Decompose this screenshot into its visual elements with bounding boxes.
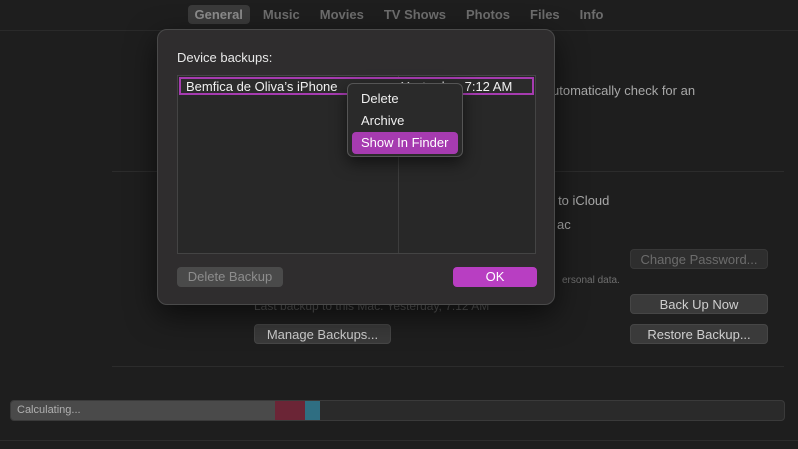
bottom-divider bbox=[0, 440, 798, 441]
menu-item-archive[interactable]: Archive bbox=[352, 110, 458, 132]
finder-device-window: General Music Movies TV Shows Photos Fil… bbox=[0, 0, 798, 449]
change-password-button[interactable]: Change Password... bbox=[630, 249, 768, 269]
storage-status-label: Calculating... bbox=[17, 404, 81, 416]
ok-button[interactable]: OK bbox=[453, 267, 537, 287]
auto-check-text: utomatically check for an bbox=[552, 83, 696, 98]
backup-device-name: Bemfica de Oliva’s iPhone bbox=[186, 79, 338, 94]
device-backups-dialog: Device backups: Bemfica de Oliva’s iPhon… bbox=[157, 29, 555, 305]
back-up-now-button[interactable]: Back Up Now bbox=[630, 294, 768, 314]
tab-info[interactable]: Info bbox=[573, 5, 611, 24]
tab-tv-shows[interactable]: TV Shows bbox=[377, 5, 453, 24]
menu-item-delete[interactable]: Delete bbox=[352, 88, 458, 110]
tab-movies[interactable]: Movies bbox=[313, 5, 371, 24]
dialog-title: Device backups: bbox=[177, 50, 273, 65]
storage-bar: Calculating... bbox=[10, 400, 785, 421]
tab-photos[interactable]: Photos bbox=[459, 5, 517, 24]
tab-files[interactable]: Files bbox=[523, 5, 567, 24]
tab-general[interactable]: General bbox=[187, 4, 250, 24]
menu-item-show-in-finder[interactable]: Show In Finder bbox=[352, 132, 458, 154]
delete-backup-button[interactable]: Delete Backup bbox=[177, 267, 283, 287]
context-menu: Delete Archive Show In Finder bbox=[347, 83, 463, 157]
tab-bar: General Music Movies TV Shows Photos Fil… bbox=[0, 0, 798, 28]
manage-backups-button[interactable]: Manage Backups... bbox=[254, 324, 391, 344]
storage-segment-photos bbox=[275, 401, 305, 420]
restore-backup-button[interactable]: Restore Backup... bbox=[630, 324, 768, 344]
mac-backup-text: ac bbox=[557, 217, 571, 232]
section-divider-lower bbox=[112, 366, 784, 367]
tab-music[interactable]: Music bbox=[256, 5, 307, 24]
personal-data-text: ersonal data. bbox=[562, 275, 620, 286]
storage-segment-apps bbox=[304, 401, 321, 420]
